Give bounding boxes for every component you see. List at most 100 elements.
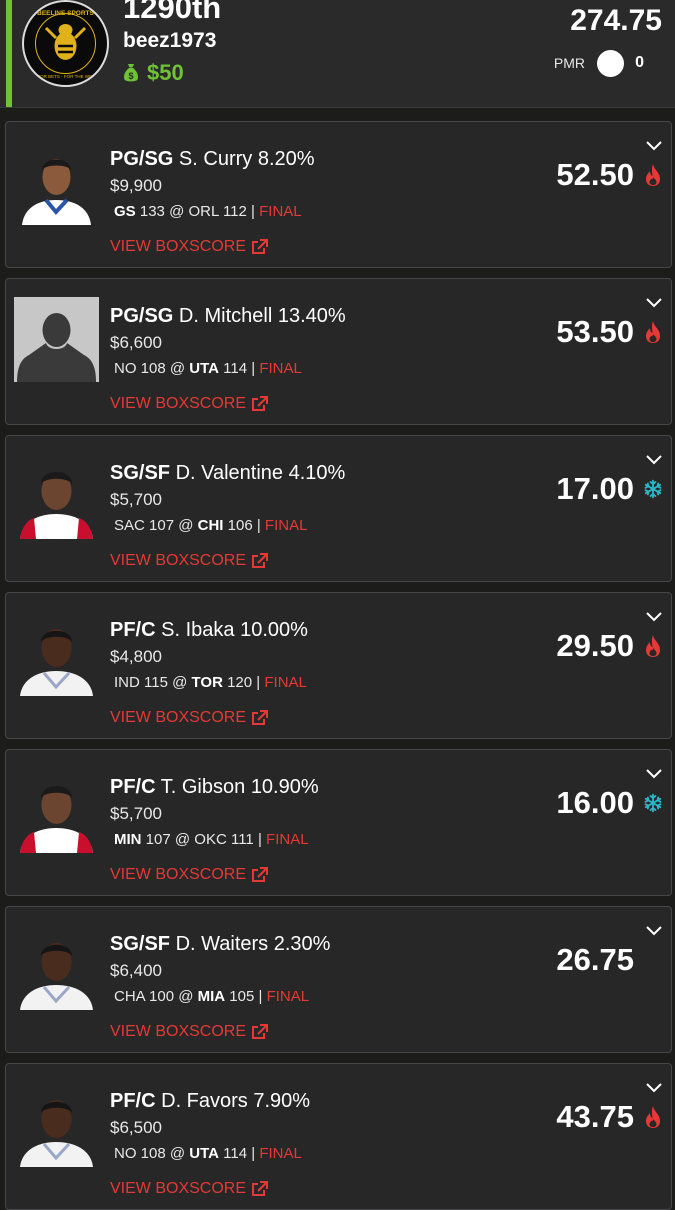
contest-rank: 1290th — [123, 0, 222, 25]
player-name: D. Waiters — [175, 933, 269, 955]
money-bag-icon: $ — [124, 64, 138, 82]
away-team: SAC — [114, 517, 145, 534]
game-status: FINAL — [259, 1145, 302, 1162]
pipe-separator: | — [257, 831, 262, 848]
external-link-icon — [252, 1181, 269, 1196]
view-boxscore-link[interactable]: VIEW BOXSCORE — [110, 394, 269, 414]
view-boxscore-link[interactable]: VIEW BOXSCORE — [110, 1022, 269, 1042]
away-team: IND — [114, 674, 140, 691]
winnings-amount: $50 — [147, 60, 184, 85]
fantasy-points: 16.00 — [556, 785, 634, 820]
game-status: FINAL — [266, 988, 310, 1005]
external-link-icon — [252, 239, 269, 254]
chevron-down-icon[interactable] — [645, 768, 663, 780]
player-name: S. Ibaka — [161, 619, 235, 641]
ownership-percent: 10.90% — [250, 776, 319, 798]
player-line: PF/C S. Ibaka 10.00% — [110, 617, 308, 643]
chevron-down-icon[interactable] — [645, 1082, 663, 1094]
player-line: SG/SF D. Valentine 4.10% — [110, 460, 345, 486]
player-name: D. Favors — [161, 1090, 248, 1112]
pmr-label: PMR — [553, 55, 585, 71]
ownership-percent: 7.90% — [253, 1090, 311, 1112]
game-result: NO 108 @ UTA 114 | FINAL — [114, 1144, 302, 1164]
away-score: 108 — [140, 360, 166, 377]
chevron-down-icon[interactable] — [645, 611, 663, 623]
game-result: MIN 107 @ OKC 111 | FINAL — [114, 830, 309, 850]
header-accent-bar — [6, 0, 12, 107]
external-link-icon — [252, 1024, 269, 1039]
player-line: PG/SG D. Mitchell 13.40% — [110, 303, 346, 329]
game-status: FINAL — [264, 517, 308, 534]
fantasy-points: 29.50 — [556, 628, 634, 663]
player-name: D. Mitchell — [178, 305, 273, 327]
pipe-separator: | — [258, 988, 263, 1005]
player-position: SG/SF — [110, 462, 171, 484]
player-salary: $5,700 — [110, 804, 162, 823]
game-status: FINAL — [259, 360, 302, 377]
player-salary: $6,600 — [110, 333, 162, 352]
player-card: PF/C T. Gibson 10.90% $5,700 MIN 107 @ O… — [5, 749, 672, 896]
fantasy-points: 26.75 — [556, 942, 634, 977]
player-card: PF/C D. Favors 7.90% $6,500 NO 108 @ UTA… — [5, 1063, 672, 1210]
player-name: T. Gibson — [160, 776, 246, 798]
player-line: PG/SG S. Curry 8.20% — [110, 146, 315, 172]
home-team: ORL — [188, 203, 219, 220]
pipe-separator: | — [251, 360, 256, 377]
chevron-down-icon[interactable] — [645, 140, 663, 152]
player-headshot — [14, 768, 99, 853]
username: beez1973 — [123, 29, 217, 52]
pipe-separator: | — [256, 517, 261, 534]
away-score: 107 — [149, 517, 175, 534]
view-boxscore-link[interactable]: VIEW BOXSCORE — [110, 865, 269, 885]
view-boxscore-label: VIEW BOXSCORE — [110, 1023, 247, 1040]
svg-text:$: $ — [128, 71, 133, 81]
flame-icon — [646, 164, 660, 186]
chevron-down-icon[interactable] — [645, 925, 663, 937]
view-boxscore-link[interactable]: VIEW BOXSCORE — [110, 551, 269, 571]
snowflake-icon — [644, 479, 662, 499]
home-score: 111 — [230, 831, 254, 848]
home-score: 105 — [229, 988, 255, 1005]
home-score: 114 — [223, 360, 248, 377]
player-headshot — [14, 297, 99, 382]
away-team: NO — [114, 1145, 137, 1162]
player-name: D. Valentine — [175, 462, 284, 484]
game-result: SAC 107 @ CHI 106 | FINAL — [114, 516, 307, 536]
pmr-value: 0 — [635, 54, 644, 71]
chevron-down-icon[interactable] — [645, 297, 663, 309]
player-salary: $9,900 — [110, 176, 162, 195]
ownership-percent: 13.40% — [277, 305, 346, 327]
player-position: PF/C — [110, 1090, 156, 1112]
team-logo: BEELINE SPORTS FOR BETS · FOR THE WIN — [22, 0, 109, 87]
view-boxscore-link[interactable]: VIEW BOXSCORE — [110, 708, 269, 728]
view-boxscore-link[interactable]: VIEW BOXSCORE — [110, 237, 269, 257]
away-score: 107 — [145, 831, 171, 848]
player-card: SG/SF D. Valentine 4.10% $5,700 SAC 107 … — [5, 435, 672, 582]
logo-text-top: BEELINE SPORTS — [37, 10, 94, 17]
player-line: PF/C D. Favors 7.90% — [110, 1088, 310, 1114]
player-line: PF/C T. Gibson 10.90% — [110, 774, 319, 800]
view-boxscore-link[interactable]: VIEW BOXSCORE — [110, 1179, 269, 1199]
chevron-down-icon[interactable] — [645, 454, 663, 466]
fantasy-points: 53.50 — [556, 314, 634, 349]
away-team: GS — [114, 203, 136, 220]
view-boxscore-label: VIEW BOXSCORE — [110, 395, 247, 412]
pipe-separator: | — [256, 674, 261, 691]
player-headshot — [14, 611, 99, 696]
away-score: 133 — [139, 203, 165, 220]
game-result: IND 115 @ TOR 120 | FINAL — [114, 673, 307, 693]
view-boxscore-label: VIEW BOXSCORE — [110, 552, 247, 569]
at-separator: @ — [169, 1145, 186, 1162]
game-status: FINAL — [266, 831, 309, 848]
snowflake-icon — [644, 793, 662, 813]
flame-icon — [646, 635, 660, 657]
player-salary: $6,400 — [110, 961, 162, 980]
player-salary: $4,800 — [110, 647, 162, 666]
player-headshot — [14, 1082, 99, 1167]
player-position: PG/SG — [110, 305, 174, 327]
player-salary: $6,500 — [110, 1118, 162, 1137]
winnings: $ $50 — [123, 59, 184, 87]
at-separator: @ — [169, 203, 185, 220]
home-team: OKC — [194, 831, 227, 848]
player-headshot — [14, 454, 99, 539]
